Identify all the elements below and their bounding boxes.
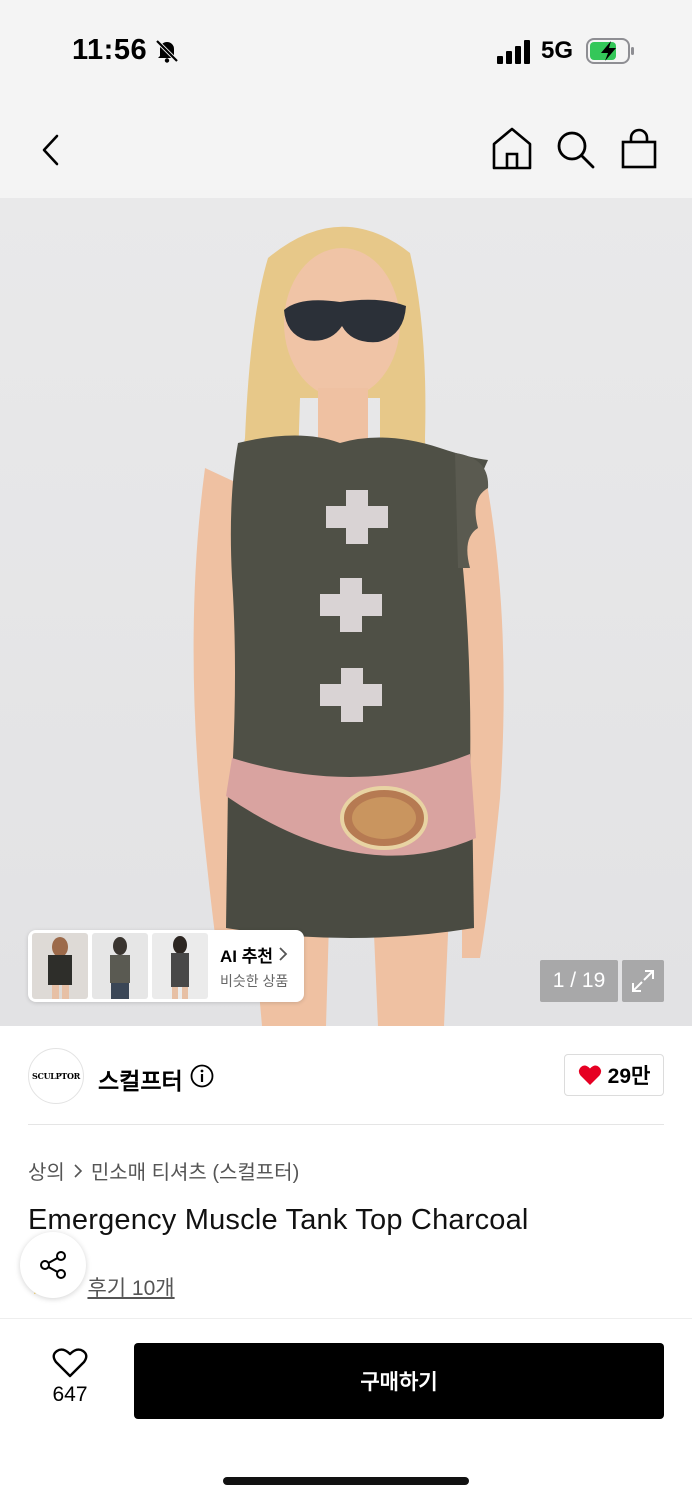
breadcrumb-category[interactable]: 상의	[28, 1156, 65, 1185]
chevron-right-icon	[279, 947, 288, 961]
ai-thumbnail[interactable]	[92, 933, 148, 999]
brand-logo[interactable]: SCULPTOR	[28, 1048, 84, 1104]
search-icon[interactable]	[554, 128, 596, 170]
chevron-right-icon	[74, 1163, 82, 1178]
network-type: 5G	[541, 37, 574, 64]
product-photo	[193, 226, 504, 1026]
buy-button[interactable]: 구매하기	[134, 1343, 664, 1419]
ai-thumbnail[interactable]	[32, 933, 88, 999]
wishlist-count: 647	[52, 1383, 88, 1406]
bell-off-icon	[155, 39, 179, 63]
status-bar: 11:56 5G	[0, 0, 692, 100]
ai-recommend-title: AI 추천	[220, 942, 288, 967]
battery-charging-icon	[586, 38, 634, 64]
product-title: Emergency Muscle Tank Top Charcoal	[28, 1204, 529, 1236]
product-image-gallery[interactable]	[0, 198, 692, 1026]
share-icon	[40, 1251, 66, 1279]
home-icon[interactable]	[490, 126, 534, 172]
wishlist-button[interactable]: 647	[30, 1347, 110, 1427]
shopping-bag-icon[interactable]	[618, 128, 660, 170]
breadcrumb: 상의 민소매 티셔츠 (스컬프터)	[28, 1156, 299, 1185]
ai-recommend-subtitle: 비슷한 상품	[220, 972, 289, 989]
breadcrumb-subcategory[interactable]: 민소매 티셔츠 (스컬프터)	[91, 1156, 299, 1185]
brand-name[interactable]: 스컬프터	[98, 1062, 183, 1096]
heart-outline-icon	[52, 1348, 88, 1378]
ai-thumbnail[interactable]	[152, 933, 208, 999]
home-indicator	[223, 1477, 469, 1485]
cellular-signal-icon	[497, 40, 530, 64]
chevron-left-icon	[42, 134, 59, 166]
back-button[interactable]	[30, 130, 70, 170]
expand-image-button[interactable]	[622, 960, 664, 1002]
share-button[interactable]	[20, 1232, 86, 1298]
status-time: 11:56	[72, 34, 148, 66]
brand-like-count: 29만	[607, 1065, 651, 1088]
image-page-counter: 1 / 19	[540, 960, 618, 1002]
top-nav	[0, 100, 692, 198]
ai-recommend-card[interactable]: AI 추천 비슷한 상품	[28, 930, 304, 1002]
brand-like-button[interactable]: 29만	[564, 1054, 664, 1096]
info-icon[interactable]	[190, 1064, 214, 1088]
review-link[interactable]: 후기 10개	[87, 1272, 174, 1302]
bottom-action-bar: 647 구매하기	[0, 1318, 692, 1500]
heart-filled-icon	[578, 1065, 601, 1085]
divider	[28, 1124, 664, 1125]
brand-row: SCULPTOR 스컬프터 29만	[28, 1046, 664, 1106]
expand-icon	[632, 970, 654, 992]
